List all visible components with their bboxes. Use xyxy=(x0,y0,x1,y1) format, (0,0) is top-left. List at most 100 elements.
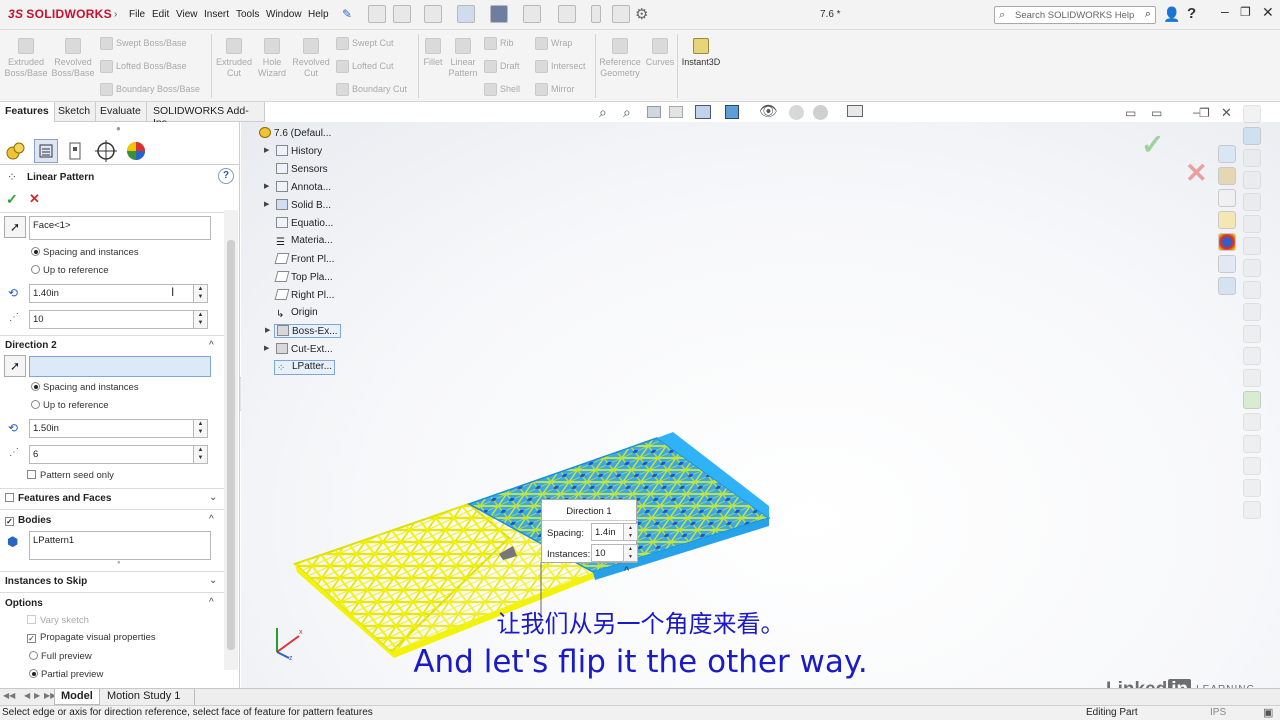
confirm-cancel-icon[interactable]: ✕ xyxy=(1185,158,1208,189)
reverse-direction-2-button[interactable]: ➚ xyxy=(4,355,26,377)
tab-solidworks-add-ins[interactable]: SOLIDWORKS Add-Ins xyxy=(148,102,265,129)
instances-to-skip-header[interactable]: Instances to Skip xyxy=(5,576,87,587)
dir2-up-to-reference-radio[interactable]: Up to reference xyxy=(31,400,108,411)
menu-file[interactable]: File xyxy=(129,9,145,20)
dimension-icon[interactable] xyxy=(1243,105,1261,123)
undo-icon[interactable] xyxy=(523,5,541,23)
hide-show-items-icon[interactable]: 👁 xyxy=(759,102,778,120)
apply-scene-icon[interactable] xyxy=(813,105,828,120)
swept-boss-button[interactable]: Swept Boss/Base xyxy=(100,37,187,50)
feature-manager-tab-icon[interactable] xyxy=(4,139,28,163)
tree-item-right-plane[interactable]: Right Pl... xyxy=(274,289,334,301)
dir2-spacing-instances-radio[interactable]: Spacing and instances xyxy=(31,382,139,393)
display-style-icon[interactable] xyxy=(725,105,739,119)
user-icon[interactable]: 👤 xyxy=(1163,6,1180,23)
tree-item-front-plane[interactable]: Front Pl... xyxy=(274,253,334,265)
menu-help[interactable]: Help xyxy=(308,9,329,20)
callout-collapse-icon[interactable]: ^ xyxy=(624,565,629,577)
lofted-boss-button[interactable]: Lofted Boss/Base xyxy=(100,60,187,73)
boundary-cut-button[interactable]: Boundary Cut xyxy=(336,83,407,96)
direction-2-reference-field[interactable] xyxy=(29,356,211,377)
swept-cut-button[interactable]: Swept Cut xyxy=(336,37,394,50)
property-manager-scrollbar[interactable] xyxy=(224,210,238,670)
surface-icon[interactable] xyxy=(1243,237,1261,255)
direction-1-reference-field[interactable]: Face<1> xyxy=(29,216,211,240)
open-icon[interactable] xyxy=(424,5,442,23)
minimize-window-icon[interactable]: – xyxy=(1221,3,1229,19)
expand-arrow-icon[interactable]: ▶ xyxy=(264,182,269,190)
dir1-instances-input[interactable]: 10 xyxy=(29,310,194,329)
next-tab-arrow-icon[interactable]: ▶ xyxy=(34,691,40,700)
deviation-icon[interactable] xyxy=(1243,391,1261,409)
revolved-cut-button[interactable]: Revolved Cut xyxy=(290,38,332,79)
property-manager-tab-icon[interactable] xyxy=(34,139,58,163)
app-logo[interactable]: 3S SOLIDWORKS xyxy=(8,7,112,21)
menu-view[interactable]: View xyxy=(176,9,198,20)
help-icon[interactable]: ? xyxy=(218,168,234,184)
partial-preview-radio[interactable]: Partial preview xyxy=(29,669,103,680)
help-icon[interactable]: ? xyxy=(1187,5,1196,22)
previous-view-icon[interactable] xyxy=(647,106,661,118)
sheet-icon[interactable] xyxy=(1243,193,1261,211)
expand-arrow-icon[interactable]: ▶ xyxy=(264,344,269,352)
tab-model[interactable]: Model xyxy=(54,689,100,705)
customize-status-icon[interactable]: ▣ xyxy=(1263,706,1273,719)
file-explorer-icon[interactable] xyxy=(1218,189,1236,207)
boundary-boss-button[interactable]: Boundary Boss/Base xyxy=(100,83,200,96)
select-icon[interactable] xyxy=(558,5,576,23)
dir2-instances-input[interactable]: 6 xyxy=(29,445,194,464)
undercut-icon[interactable] xyxy=(1243,435,1261,453)
viewport-split-icon[interactable]: ▭ xyxy=(1151,106,1162,120)
tree-item-material[interactable]: ☰ Materia... xyxy=(276,235,333,248)
extruded-boss-button[interactable]: Extruded Boss/Base xyxy=(4,38,48,79)
prev-tab-arrow-icon[interactable]: ◀ xyxy=(24,691,30,700)
dir2-spacing-input[interactable]: 1.50in xyxy=(29,419,194,438)
lofted-cut-button[interactable]: Lofted Cut xyxy=(336,60,394,73)
dir2-spacing-spinner[interactable]: ▲ ▼ xyxy=(194,419,208,438)
collapse-options-icon[interactable]: ^ xyxy=(209,597,214,608)
expand-features-icon[interactable]: ⌄ xyxy=(209,492,217,503)
view-palette-icon[interactable] xyxy=(1218,211,1236,229)
menu-tools[interactable]: Tools xyxy=(236,9,259,20)
dir1-instances-spinner[interactable]: ▲ ▼ xyxy=(194,310,208,329)
viewport-restore-icon[interactable]: ❐ xyxy=(1199,106,1210,120)
confirm-ok-icon[interactable]: ✓ xyxy=(1141,128,1164,161)
panel-grip[interactable]: ● xyxy=(116,124,121,133)
cancel-x-button[interactable]: ✕ xyxy=(29,191,40,207)
linear-pattern-button[interactable]: Linear Pattern xyxy=(446,38,480,79)
pin-icon[interactable]: ✎ xyxy=(342,7,352,21)
scrollbar-thumb[interactable] xyxy=(227,240,235,650)
reference-geometry-button[interactable]: Reference Geometry xyxy=(597,38,643,79)
extruded-cut-button[interactable]: Extruded Cut xyxy=(213,38,255,79)
measure-icon[interactable] xyxy=(1243,281,1261,299)
viewport-tile-icon[interactable]: ▭ xyxy=(1125,106,1136,120)
forum-icon[interactable] xyxy=(1218,277,1236,295)
tab-sketch[interactable]: Sketch xyxy=(53,102,97,122)
expand-instances-to-skip-icon[interactable]: ⌄ xyxy=(209,575,217,586)
menu-edit[interactable]: Edit xyxy=(152,9,169,20)
custom-properties-icon[interactable] xyxy=(1218,255,1236,273)
save-icon[interactable] xyxy=(457,5,475,23)
mirror-button[interactable]: Mirror xyxy=(535,83,575,96)
tree-item-equations[interactable]: Equatio... xyxy=(276,217,333,229)
first-tab-arrow-icon[interactable]: ◀◀ xyxy=(3,691,15,700)
plane-icon[interactable] xyxy=(1243,171,1261,189)
reverse-direction-1-button[interactable]: ➚ xyxy=(4,216,26,238)
resize-handle[interactable]: ● xyxy=(117,560,121,566)
view-orientation-icon[interactable] xyxy=(695,105,711,119)
expand-arrow-icon[interactable]: ▶ xyxy=(265,326,270,334)
menu-insert[interactable]: Insert xyxy=(204,9,229,20)
callout-instances-input[interactable]: 10 xyxy=(591,544,624,562)
hole-wizard-button[interactable]: Hole Wizard xyxy=(255,38,289,79)
new-document-icon[interactable] xyxy=(393,5,411,23)
collapse-direction-2-icon[interactable]: ^ xyxy=(209,340,214,351)
display-manager-icon[interactable] xyxy=(124,139,148,163)
curves-button[interactable]: Curves xyxy=(644,38,676,68)
thickness-icon[interactable] xyxy=(1243,413,1261,431)
compare-icon[interactable] xyxy=(1243,501,1261,519)
close-window-icon[interactable]: ✕ xyxy=(1262,4,1274,21)
graphics-area[interactable]: ⌕ ⌕ 👁 ▭ ▭ – ❐ ✕ ✓ ✕ 7.6 (Defaul... ▶ Hist… xyxy=(241,103,1280,688)
propagate-visual-properties-checkbox[interactable]: ✓ Propagate visual properties xyxy=(27,632,156,643)
print-icon[interactable] xyxy=(490,5,508,23)
collapse-bodies-icon[interactable]: ^ xyxy=(209,514,214,525)
